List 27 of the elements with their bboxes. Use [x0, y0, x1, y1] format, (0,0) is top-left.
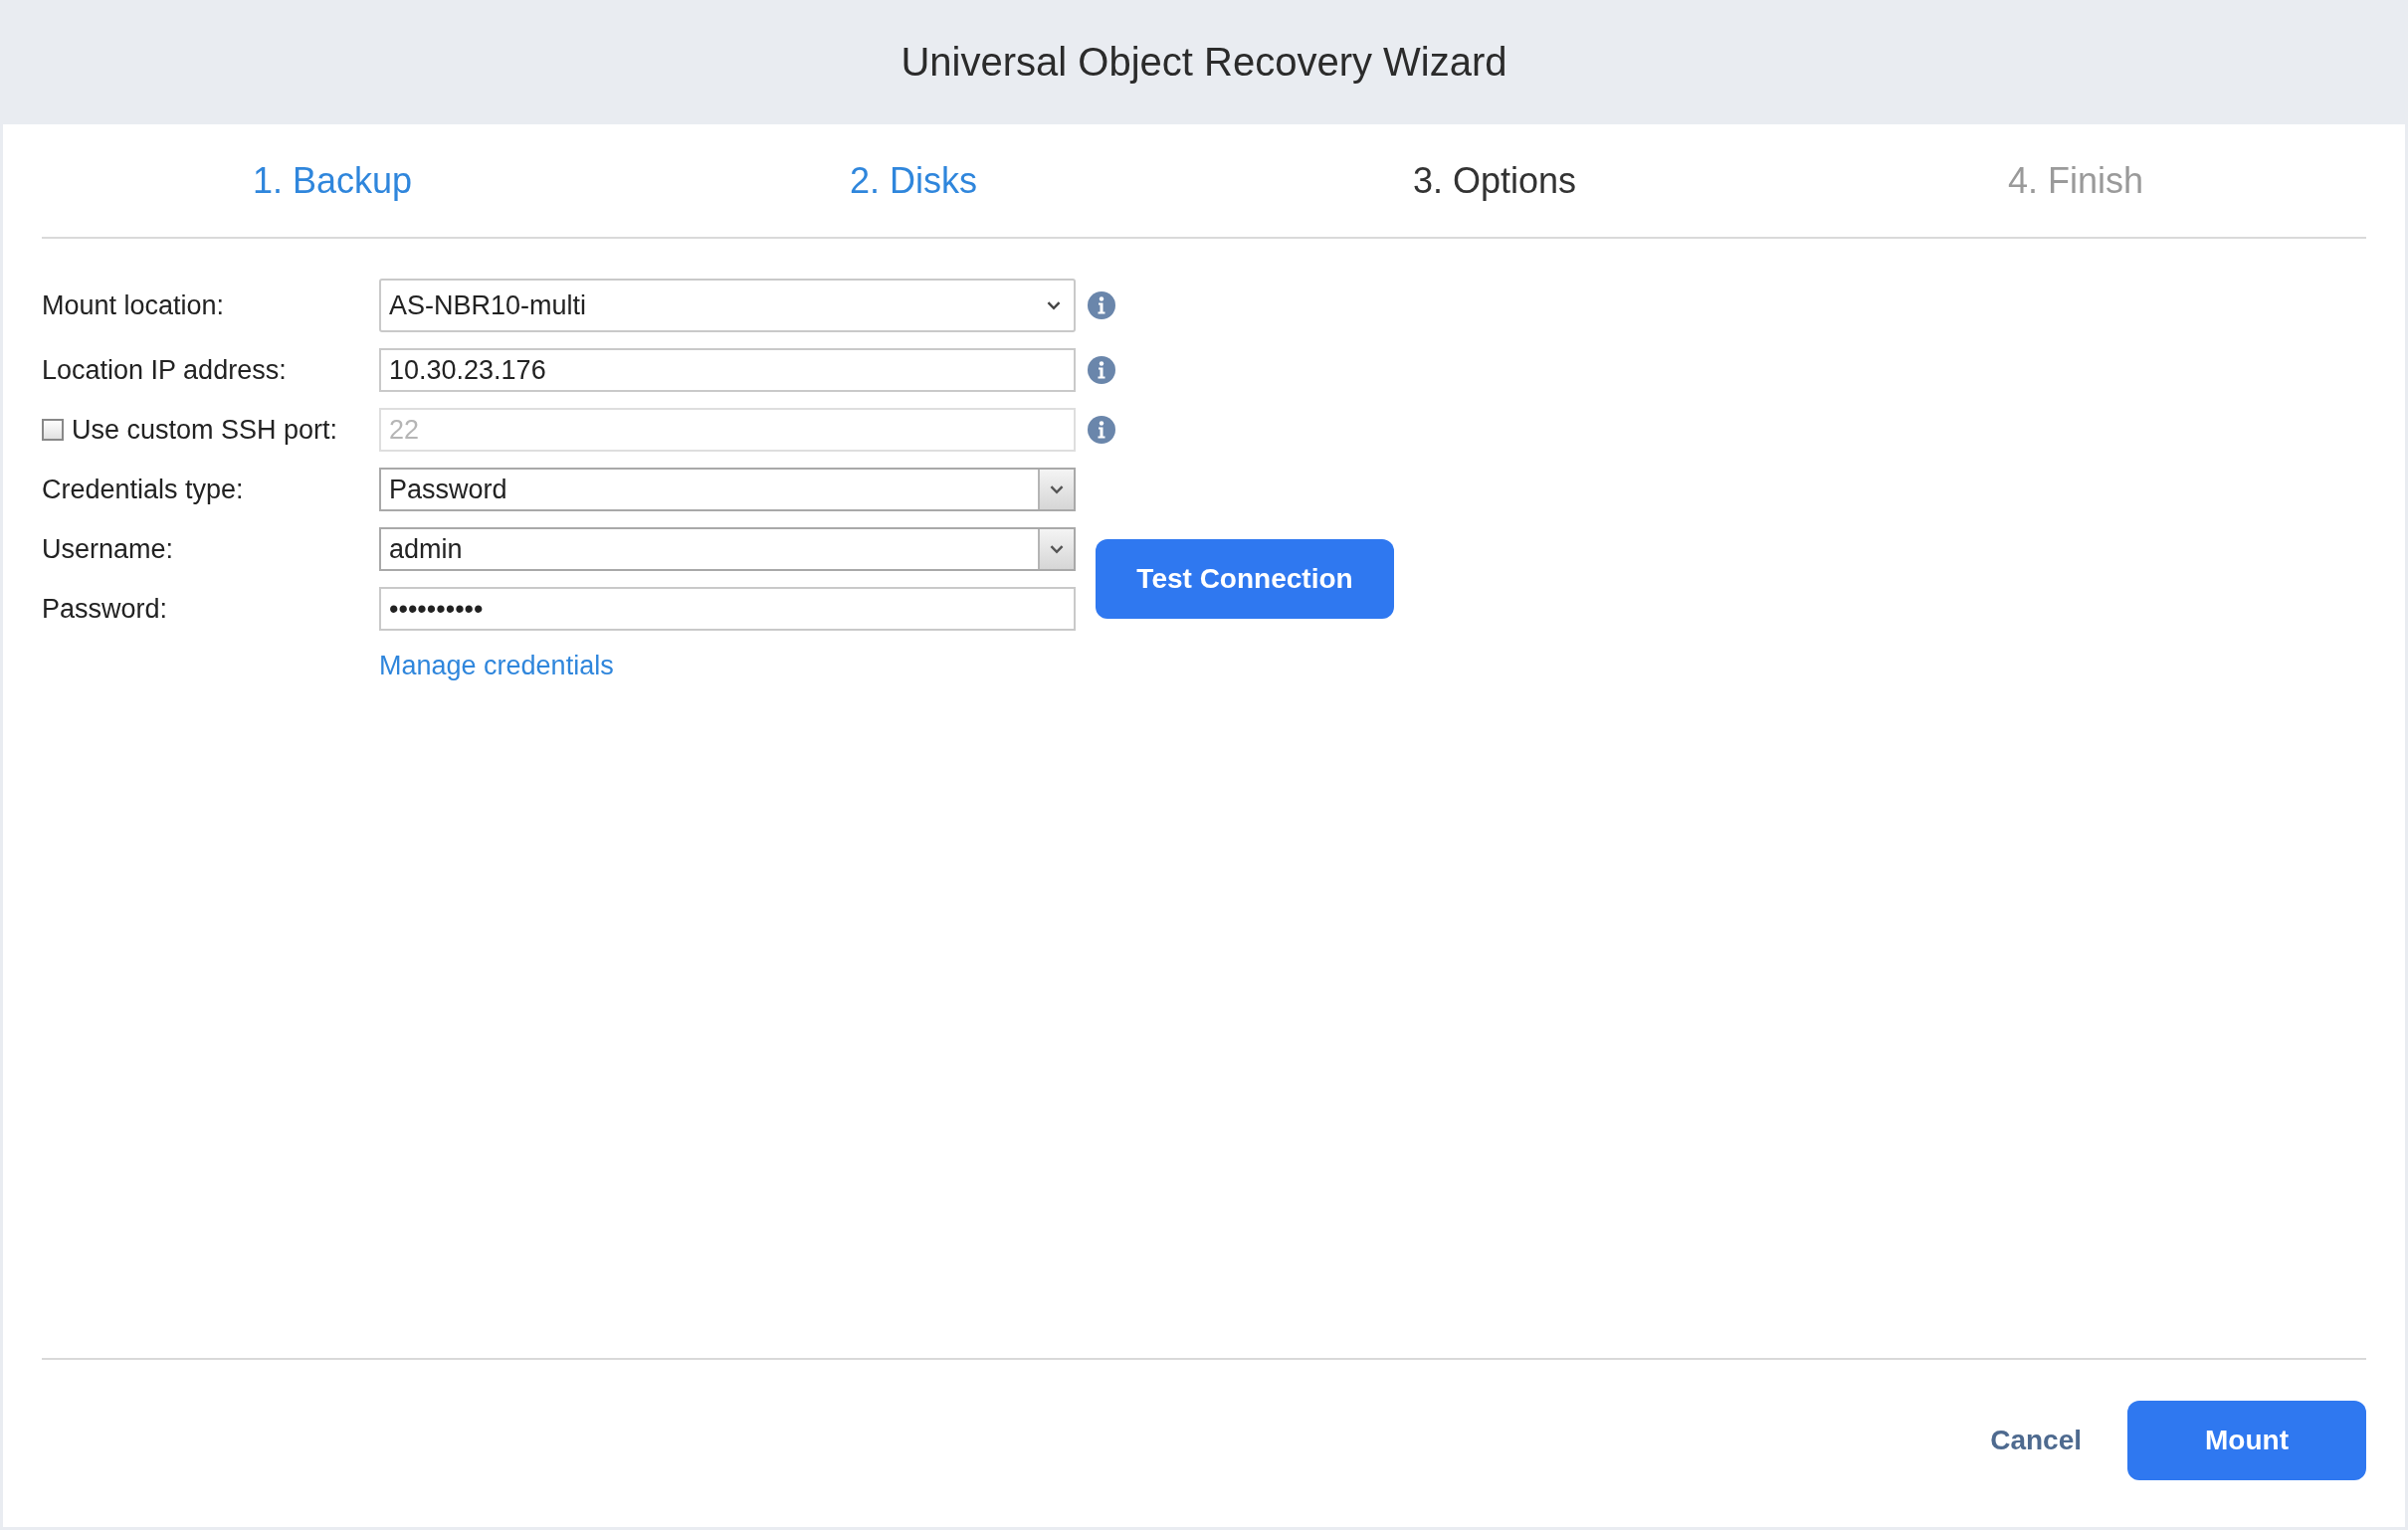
wizard-step[interactable]: 2. Disks: [850, 159, 977, 202]
caret-icon: [1046, 300, 1062, 310]
info-icon[interactable]: [1088, 356, 1115, 384]
combo-field[interactable]: admin: [379, 527, 1076, 571]
caret-icon: [1049, 484, 1065, 494]
field-label: Use custom SSH port:: [72, 414, 338, 446]
wizard-step: 3. Options: [1412, 159, 1577, 202]
field-label: Credentials type:: [42, 474, 244, 505]
field-label: Location IP address:: [42, 354, 287, 386]
wizard-step[interactable]: 1. Backup: [252, 159, 413, 202]
mount-button[interactable]: Mount: [2127, 1401, 2366, 1480]
text-field[interactable]: 10.30.23.176: [379, 348, 1076, 392]
combo-field[interactable]: Password: [379, 468, 1076, 511]
dropdown-arrow-button[interactable]: [1038, 470, 1074, 509]
info-icon[interactable]: [1088, 291, 1115, 319]
field-label: Password:: [42, 593, 168, 625]
dropdown-arrow-button[interactable]: [1038, 529, 1074, 569]
field-label: Mount location:: [42, 289, 225, 321]
password-field[interactable]: ••••••••••: [379, 587, 1076, 631]
dropdown-field[interactable]: AS-NBR10-multi: [379, 279, 1076, 332]
manage-credentials-link[interactable]: Manage credentials: [379, 651, 614, 681]
field-label: Username:: [42, 533, 174, 565]
caret-icon: [1049, 544, 1065, 554]
window-title: Universal Object Recovery Wizard: [901, 40, 1507, 85]
cancel-button[interactable]: Cancel: [1984, 1417, 2088, 1464]
wizard-step: 4. Finish: [2007, 159, 2144, 202]
test-connection-button[interactable]: Test Connection: [1096, 539, 1394, 619]
